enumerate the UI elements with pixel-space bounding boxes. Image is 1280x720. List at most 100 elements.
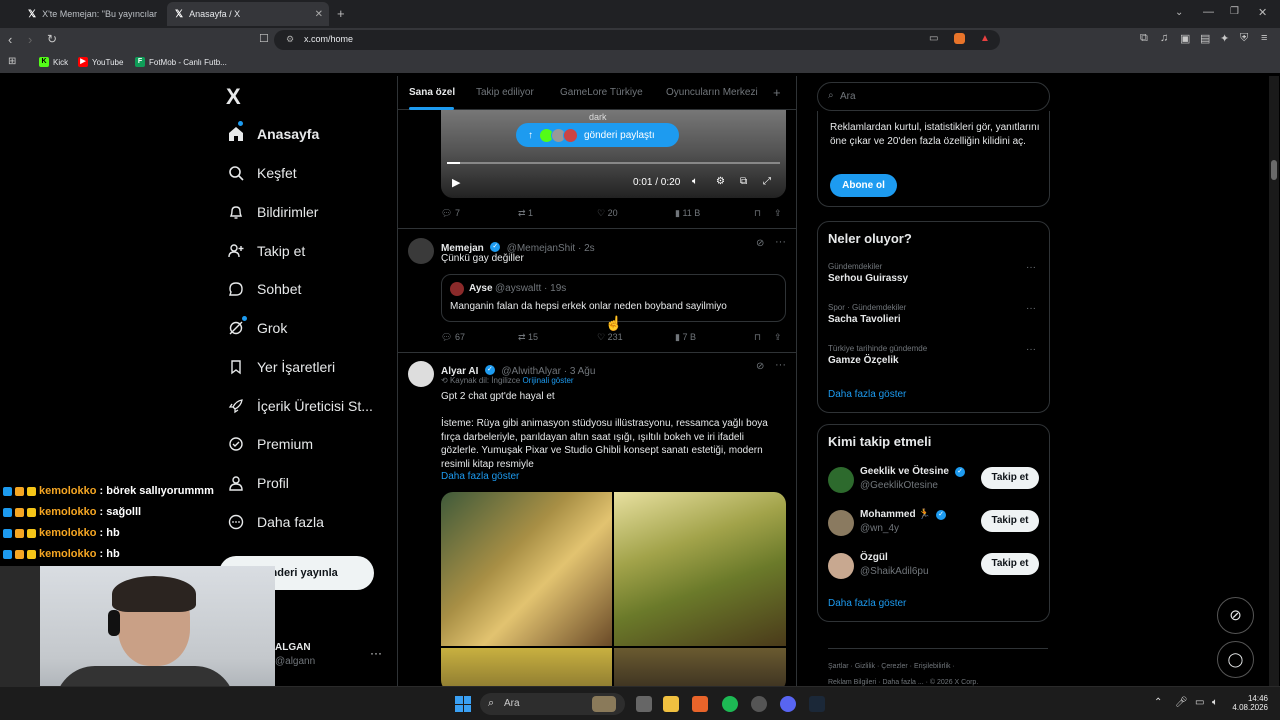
vpn-icon[interactable]: ⛨ <box>1240 32 1248 45</box>
show-more-link[interactable]: Daha fazla göster <box>828 389 906 400</box>
tweet-image[interactable] <box>441 648 612 686</box>
repost-button[interactable]: ⇄ 15 <box>518 332 538 343</box>
views-button[interactable]: ▮ 7 B <box>675 332 696 343</box>
tab-for-you[interactable]: Sana özel <box>409 87 455 98</box>
chevron-down-icon[interactable]: ⌄ <box>1175 7 1183 18</box>
new-tab-icon[interactable]: + <box>337 6 345 21</box>
show-original-link[interactable]: Orijinali göster <box>522 376 573 385</box>
tab-following[interactable]: Takip ediliyor <box>476 87 534 98</box>
taskbar-search[interactable]: ⌕ Ara <box>480 693 625 715</box>
add-tab-icon[interactable]: + <box>773 85 781 100</box>
media-icon[interactable]: ♫ <box>1160 32 1168 44</box>
tweet-image[interactable] <box>614 648 786 686</box>
fullscreen-icon[interactable]: ⤢ <box>763 176 771 187</box>
follow-button[interactable]: Takip et <box>981 467 1039 489</box>
video-progress-track[interactable] <box>447 162 780 164</box>
site-settings-icon[interactable]: ⚙ <box>286 34 294 45</box>
brave-icon[interactable] <box>692 696 708 712</box>
tweet-image[interactable] <box>441 492 612 646</box>
wallet-icon[interactable]: ▤ <box>1200 32 1210 45</box>
search-input[interactable]: ⌕ Ara <box>817 82 1050 111</box>
bookmark-fotmob[interactable]: F FotMob - Canlı Futb... <box>135 57 227 67</box>
image-grid[interactable] <box>441 492 786 686</box>
extensions-icon[interactable]: ⧉ <box>1140 32 1148 45</box>
x-logo[interactable]: X <box>226 84 241 110</box>
volume-icon[interactable]: 🔈︎ <box>692 176 698 187</box>
grok-icon[interactable]: ⊘ <box>756 238 764 249</box>
back-icon[interactable]: ‹ <box>8 32 12 47</box>
reply-button[interactable]: 💬︎ 67 <box>441 332 465 343</box>
tweet-alyar[interactable]: Alyar AI ✓ @AlwithAlyar · 3 Ağu ⊘ ··· ⟲ … <box>398 353 796 686</box>
follow-button[interactable]: Takip et <box>981 510 1039 532</box>
file-explorer-icon[interactable] <box>663 696 679 712</box>
tab-oyuncularin-merkezi[interactable]: Oyuncuların Merkezi <box>666 87 758 98</box>
share-icon[interactable]: ⇪ <box>774 332 782 343</box>
trend-item[interactable]: Gündemdekiler Serhou Guirassy <box>828 262 908 284</box>
nav-item-bookmarks[interactable]: Yer İşaretleri <box>227 355 335 379</box>
bookmark-kick[interactable]: K Kick <box>39 57 68 67</box>
volume-icon[interactable]: 🔈︎ <box>1212 697 1218 708</box>
grok-floating-button[interactable]: ⊘ <box>1217 597 1254 634</box>
minimize-icon[interactable]: — <box>1203 6 1214 18</box>
tab-gamelore[interactable]: GameLore Türkiye <box>560 87 643 98</box>
nav-item-explore[interactable]: Keşfet <box>227 161 297 185</box>
settings-icon[interactable]: ⚙ <box>716 176 725 187</box>
trend-item[interactable]: Spor · Gündemdekiler Sacha Tavolieri <box>828 303 906 325</box>
messages-floating-button[interactable]: ◯ <box>1217 641 1254 678</box>
account-menu-icon[interactable]: ··· <box>370 646 382 660</box>
page-scrollbar[interactable] <box>1269 76 1279 686</box>
pip-icon[interactable]: ⧉ <box>740 176 747 187</box>
taskbar-clock[interactable]: 14:46 4.08.2026 <box>1230 694 1268 712</box>
nav-item-profile[interactable]: Profil <box>227 471 289 495</box>
nav-item-grok[interactable]: Grok <box>227 316 287 340</box>
video-player[interactable]: dark ↑ gönderi paylaştı ▶ 0:01 / 0:20 🔈︎… <box>441 110 786 198</box>
close-tab-icon[interactable]: ✕ <box>315 9 323 20</box>
nav-item-more[interactable]: Daha fazla <box>227 510 324 534</box>
nav-item-notifications[interactable]: Bildirimler <box>227 200 318 224</box>
leo-ai-icon[interactable]: ✦ <box>1220 32 1229 45</box>
nav-item-creator-studio[interactable]: İçerik Üreticisi St... <box>227 394 373 418</box>
nav-item-chat[interactable]: Sohbet <box>227 277 301 301</box>
menu-icon[interactable]: ≡ <box>1261 32 1267 44</box>
more-options-icon[interactable]: ··· <box>775 359 786 371</box>
more-options-icon[interactable]: ··· <box>1026 262 1036 273</box>
maximize-icon[interactable]: ❐ <box>1230 6 1239 17</box>
trend-item[interactable]: Türkiye tarihinde gündemde Gamze Özçelik <box>828 344 927 366</box>
bookmark-button[interactable]: ⊓ <box>754 208 761 219</box>
apps-grid-icon[interactable]: ⊞ <box>8 56 16 67</box>
subscribe-button[interactable]: Abone ol <box>830 174 897 197</box>
browser-tab[interactable]: 𝕏 X'te Memejan: "Bu yayıncılar neden l <box>20 2 165 26</box>
show-more-link[interactable]: Daha fazla göster <box>828 598 906 609</box>
like-button[interactable]: ♡ 20 <box>597 208 618 219</box>
reply-button[interactable]: 💬︎ 7 <box>441 208 460 219</box>
play-icon[interactable]: ▶ <box>452 176 460 189</box>
close-window-icon[interactable]: ✕ <box>1258 6 1267 19</box>
more-options-icon[interactable]: ··· <box>1026 344 1036 355</box>
browser-tab-active[interactable]: 𝕏 Anasayfa / X ✕ <box>167 2 329 26</box>
repost-button[interactable]: ⇄ 1 <box>518 208 533 219</box>
spotify-icon[interactable] <box>722 696 738 712</box>
avatar[interactable] <box>408 238 434 264</box>
app-icon[interactable] <box>751 696 767 712</box>
views-button[interactable]: ▮ 11 B <box>675 208 700 219</box>
start-icon[interactable] <box>455 696 471 712</box>
bookmark-button[interactable]: ⊓ <box>754 332 761 343</box>
show-more-link[interactable]: Daha fazla göster <box>441 471 519 482</box>
bookmark-youtube[interactable]: ▶ YouTube <box>78 57 123 67</box>
discord-icon[interactable] <box>780 696 796 712</box>
grok-icon[interactable]: ⊘ <box>756 361 764 372</box>
more-options-icon[interactable]: ··· <box>1026 303 1036 314</box>
forward-icon[interactable]: › <box>28 32 32 47</box>
more-options-icon[interactable]: ··· <box>775 236 786 248</box>
cast-icon[interactable]: ▭ <box>929 33 938 44</box>
brave-rewards-icon[interactable]: ▲ <box>980 33 990 44</box>
steam-icon[interactable] <box>809 696 825 712</box>
avatar[interactable] <box>408 361 434 387</box>
tweet-image[interactable] <box>614 492 786 646</box>
tweet-memejan[interactable]: Memejan ✓ @MemejanShit · 2s ⊘ ··· Çünkü … <box>398 229 796 353</box>
share-pill[interactable]: ↑ gönderi paylaştı <box>516 123 679 147</box>
microphone-icon[interactable]: 🎤︎ <box>1175 697 1188 708</box>
footer-links[interactable]: Reklam Bilgileri · Daha fazla ... · © 20… <box>828 679 978 686</box>
bookmark-page-icon[interactable]: ☐ <box>259 32 269 45</box>
reload-icon[interactable]: ↻ <box>47 32 57 46</box>
